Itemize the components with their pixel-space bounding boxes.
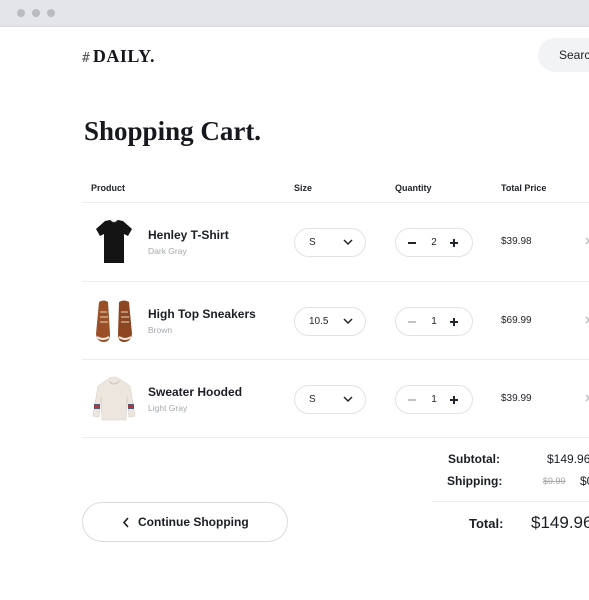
window-dot-icon <box>17 9 25 17</box>
product-name[interactable]: Sweater Hooded <box>148 385 242 399</box>
shipping-value: $0 <box>580 474 589 488</box>
item-total-price: $39.98 <box>501 236 532 247</box>
remove-item-button[interactable] <box>584 315 589 325</box>
quantity-stepper[interactable]: 1 <box>395 385 473 414</box>
divider <box>82 437 589 438</box>
size-value: 10.5 <box>309 316 329 327</box>
total-label: Total: <box>469 516 504 531</box>
hoodie-icon <box>92 376 136 421</box>
chevron-down-icon <box>343 396 353 403</box>
size-value: S <box>309 237 316 248</box>
item-total-price: $69.99 <box>501 315 532 326</box>
cart-row: Sweater Hooded Light Gray S 1 $39.99 <box>82 360 589 438</box>
continue-shopping-label: Continue Shopping <box>138 515 249 529</box>
increase-quantity-button[interactable] <box>448 237 462 249</box>
quantity-stepper[interactable]: 2 <box>395 228 473 257</box>
shipping-label: Shipping: <box>447 474 503 488</box>
column-header-product: Product <box>91 183 126 193</box>
column-header-quantity: Quantity <box>395 183 432 193</box>
brand-logo[interactable]: # DAILY. <box>82 46 155 67</box>
quantity-stepper[interactable]: 1 <box>395 307 473 336</box>
column-header-total-price: Total Price <box>501 183 547 193</box>
window-dot-icon <box>47 9 55 17</box>
continue-shopping-button[interactable]: Continue Shopping <box>82 502 288 542</box>
item-total-price: $39.99 <box>501 393 532 404</box>
product-name[interactable]: Henley T-Shirt <box>148 228 229 242</box>
cart-row: High Top Sneakers Brown 10.5 1 $69.99 <box>82 282 589 360</box>
brand-hash: # <box>82 51 90 66</box>
product-name[interactable]: High Top Sneakers <box>148 307 256 321</box>
size-select[interactable]: S <box>294 385 366 414</box>
subtotal-label: Subtotal: <box>448 452 500 466</box>
browser-chrome <box>0 0 589 27</box>
chevron-down-icon <box>343 318 353 325</box>
product-color: Dark Gray <box>148 246 187 256</box>
product-color: Brown <box>148 325 173 335</box>
total-value: $149.96 <box>531 513 589 532</box>
size-value: S <box>309 394 316 405</box>
cart-row: Henley T-Shirt Dark Gray S 2 $39.98 <box>82 203 589 281</box>
brand-name: DAILY. <box>92 46 156 66</box>
search-button[interactable]: Search <box>538 38 589 72</box>
cart-page: #DAILY. Search Shopping Cart. Product Si… <box>0 27 589 600</box>
divider <box>432 501 589 502</box>
chevron-left-icon <box>122 517 129 528</box>
increase-quantity-button[interactable] <box>448 316 462 328</box>
size-select[interactable]: S <box>294 228 366 257</box>
window-dot-icon <box>32 9 40 17</box>
size-select[interactable]: 10.5 <box>294 307 366 336</box>
column-header-size: Size <box>294 183 313 193</box>
subtotal-value: $149.96 <box>547 452 589 466</box>
shipping-original-price: $9.99 <box>543 476 566 486</box>
product-color: Light Gray <box>148 403 188 413</box>
tshirt-icon <box>96 219 132 263</box>
page-title: Shopping Cart. <box>84 116 262 146</box>
search-label: Search <box>559 48 589 62</box>
remove-item-button[interactable] <box>584 393 589 403</box>
chevron-down-icon <box>343 239 353 246</box>
remove-item-button[interactable] <box>584 236 589 246</box>
increase-quantity-button[interactable] <box>448 394 462 406</box>
sneakers-icon <box>96 300 132 342</box>
